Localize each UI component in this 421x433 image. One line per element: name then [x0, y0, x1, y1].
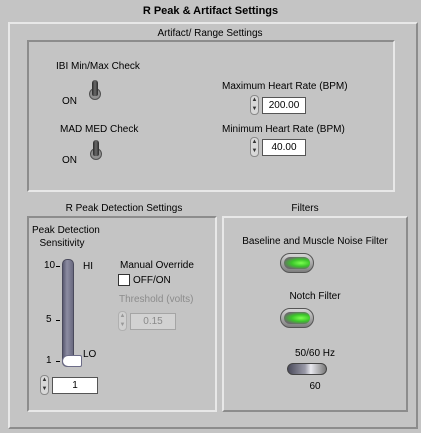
- toggle-lever: [92, 80, 98, 96]
- threshold-label: Threshold (volts): [119, 294, 194, 305]
- decrement-arrow-icon[interactable]: ▼: [252, 147, 258, 156]
- increment-arrow-icon[interactable]: ▲: [120, 312, 126, 321]
- window-title: R Peak & Artifact Settings: [142, 5, 279, 17]
- slider-hi-label: HI: [83, 261, 93, 272]
- slider-tick-1: [56, 361, 60, 362]
- sensitivity-slider-thumb[interactable]: [62, 355, 82, 367]
- decrement-arrow-icon[interactable]: ▼: [252, 105, 258, 114]
- min-hr-input[interactable]: 40.00: [262, 139, 306, 156]
- threshold-input[interactable]: 0.15: [130, 313, 176, 330]
- off-on-label: OFF/ON: [133, 275, 171, 286]
- slider-tick-5: [56, 320, 60, 321]
- slider-tick-label-1: 1: [46, 355, 52, 366]
- increment-arrow-icon[interactable]: ▲: [42, 376, 48, 385]
- slider-tick-10: [56, 266, 60, 267]
- slider-tick-label-10: 10: [44, 260, 56, 271]
- led-indicator-icon: [284, 257, 310, 269]
- decrement-arrow-icon[interactable]: ▼: [42, 385, 48, 394]
- hz-label: 50/60 Hz: [294, 348, 336, 359]
- mad-state-label: ON: [62, 155, 77, 166]
- manual-override-checkbox[interactable]: [118, 274, 130, 286]
- rpeak-section-title: R Peak Detection Settings: [65, 203, 183, 214]
- decrement-arrow-icon[interactable]: ▼: [120, 321, 126, 330]
- slider-lo-label: LO: [83, 349, 97, 360]
- threshold-spinner[interactable]: ▲ ▼: [118, 311, 127, 331]
- ibi-state-label: ON: [62, 96, 77, 107]
- sensitivity-label-1: Peak Detection: [32, 225, 100, 236]
- sensitivity-slider-track[interactable]: [62, 259, 74, 367]
- mad-check-label: MAD MED Check: [60, 124, 139, 135]
- manual-override-label: Manual Override: [120, 260, 194, 271]
- toggle-lever: [93, 140, 99, 156]
- filters-section-title: Filters: [291, 203, 319, 214]
- notch-filter-button[interactable]: [280, 308, 314, 328]
- ibi-check-label: IBI Min/Max Check: [56, 61, 140, 72]
- hz-value-label: 60: [309, 381, 321, 392]
- hz-toggle[interactable]: [287, 363, 327, 375]
- min-hr-spinner[interactable]: ▲ ▼: [250, 137, 259, 157]
- max-hr-label: Maximum Heart Rate (BPM): [222, 81, 348, 92]
- slider-tick-label-5: 5: [46, 314, 52, 325]
- artifact-section-title: Artifact/ Range Settings: [157, 28, 263, 39]
- sensitivity-label-2: Sensitivity: [39, 238, 85, 249]
- min-hr-label: Minimum Heart Rate (BPM): [222, 124, 345, 135]
- led-indicator-icon: [284, 312, 310, 324]
- sensitivity-spinner[interactable]: ▲ ▼: [40, 375, 49, 395]
- increment-arrow-icon[interactable]: ▲: [252, 96, 258, 105]
- sensitivity-input[interactable]: 1: [52, 377, 98, 394]
- ibi-check-toggle[interactable]: [89, 80, 101, 104]
- notch-filter-label: Notch Filter: [289, 291, 341, 302]
- max-hr-input[interactable]: 200.00: [262, 97, 306, 114]
- increment-arrow-icon[interactable]: ▲: [252, 138, 258, 147]
- mad-check-toggle[interactable]: [90, 140, 102, 164]
- baseline-filter-label: Baseline and Muscle Noise Filter: [242, 236, 388, 247]
- max-hr-spinner[interactable]: ▲ ▼: [250, 95, 259, 115]
- baseline-filter-button[interactable]: [280, 253, 314, 273]
